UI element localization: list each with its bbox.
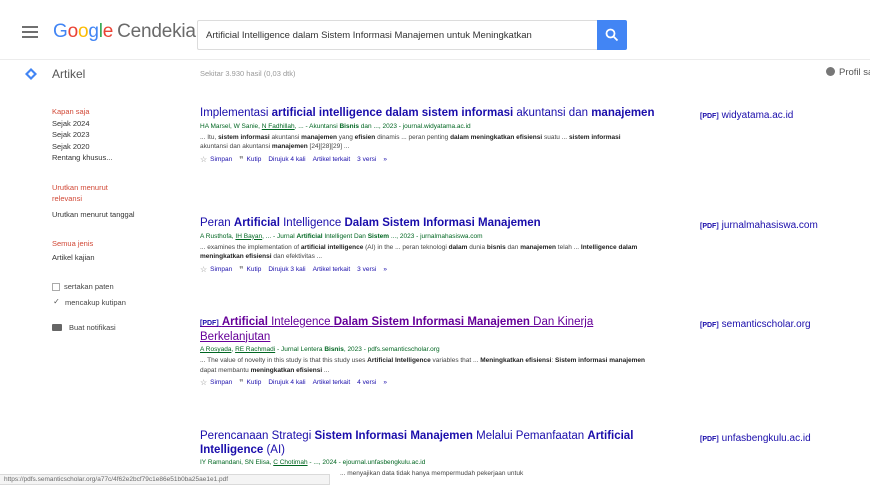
result-title-link[interactable]: Peran Artificial Intelligence Dalam Sist… — [200, 217, 660, 231]
quote-icon: ❞ — [239, 154, 244, 164]
result-title-link[interactable]: [PDF] Artificial Intelegence Dalam Siste… — [200, 316, 660, 344]
type-review-articles[interactable]: Artikel kajian — [52, 252, 164, 264]
pdf-tag: [PDF] — [700, 436, 719, 443]
logo-letter: g — [88, 21, 99, 42]
versions-link[interactable]: 3 versi — [357, 266, 376, 273]
star-icon: ☆ — [200, 264, 208, 274]
save-link[interactable]: Simpan — [210, 379, 232, 386]
search-result: Perencanaan Strategi Sistem Informasi Ma… — [200, 430, 660, 479]
time-filter-group: Kapan saja Sejak 2024 Sejak 2023 Sejak 2… — [52, 106, 164, 164]
result-snippet: ... The value of novelty in this study i… — [200, 357, 645, 374]
checkbox-label: mencakup kutipan — [65, 298, 126, 307]
pdf-source: widyatama.ac.id — [721, 110, 794, 121]
include-patents-checkbox[interactable]: sertakan paten — [52, 281, 164, 293]
result-title-link[interactable]: Implementasi artificial intelligence dal… — [200, 107, 660, 121]
search-result: Peran Artificial Intelligence Dalam Sist… — [200, 217, 660, 274]
versions-link[interactable]: 4 versi — [357, 379, 376, 386]
create-alert-button[interactable]: Buat notifikasi — [52, 323, 164, 332]
checkmark-icon: ✓ — [53, 297, 60, 306]
pdf-source: semanticscholar.org — [721, 319, 811, 330]
type-group: Semua jenis Artikel kajian — [52, 238, 164, 263]
save-link[interactable]: Simpan — [210, 156, 232, 163]
result-actions: ☆ Simpan ❞ Kutip Dirujuk 4 kali Artikel te… — [200, 155, 660, 164]
save-link[interactable]: Simpan — [210, 266, 232, 273]
result-actions: ☆ Simpan ❞ Kutip Dirujuk 4 kali Artikel te… — [200, 378, 660, 387]
link-status-bar: https://pdfs.semanticscholar.org/a77c/4f… — [0, 474, 330, 485]
filter-since-2020[interactable]: Sejak 2020 — [52, 141, 164, 153]
related-articles-link[interactable]: Artikel terkait — [313, 156, 351, 163]
articles-icon — [25, 68, 37, 80]
profile-link[interactable]: Profil saya — [826, 67, 870, 78]
result-title-link[interactable]: Perencanaan Strategi Sistem Informasi Ma… — [200, 430, 660, 457]
search-icon — [605, 28, 619, 42]
related-articles-link[interactable]: Artikel terkait — [313, 266, 351, 273]
filter-custom-range[interactable]: Rentang khusus... — [52, 152, 164, 164]
filter-since-2024[interactable]: Sejak 2024 — [52, 118, 164, 130]
versions-link[interactable]: 3 versi — [357, 156, 376, 163]
cite-link[interactable]: Kutip — [247, 156, 262, 163]
top-bar: Google Cendekia — [0, 0, 870, 60]
pdf-tag: [PDF] — [700, 322, 719, 329]
alert-label: Buat notifikasi — [69, 323, 116, 332]
pdf-source: unfasbengkulu.ac.id — [721, 433, 811, 444]
pdf-tag: [PDF] — [700, 223, 719, 230]
mail-icon — [52, 324, 62, 331]
logo-letter: o — [67, 21, 79, 42]
cited-by-link[interactable]: Dirujuk 4 kali — [268, 379, 305, 386]
pdf-link[interactable]: [PDF] widyatama.ac.id — [700, 110, 793, 121]
profile-label: Profil saya — [839, 67, 870, 78]
sort-by-relevance[interactable]: Urutkan menurut relevansi — [52, 182, 132, 205]
sub-bar: Artikel Sekitar 3.930 hasil (0,03 dtk) P… — [0, 60, 870, 88]
result-authors: A Rosyada, RE Rachmadi - Jurnal Lentera … — [200, 346, 440, 353]
section-label: Artikel — [52, 67, 86, 81]
search-box — [197, 20, 597, 50]
pdf-tag: [PDF] — [700, 113, 719, 120]
filter-any-time[interactable]: Kapan saja — [52, 106, 164, 118]
checkbox-empty-icon — [52, 283, 60, 291]
person-icon — [826, 67, 835, 76]
filter-sidebar: Kapan saja Sejak 2024 Sejak 2023 Sejak 2… — [52, 106, 164, 332]
result-actions: ☆ Simpan ❞ Kutip Dirujuk 3 kali Artikel te… — [200, 265, 660, 274]
result-authors: A Rusthofa, IH Bayan, ... - Jurnal Artif… — [200, 232, 483, 240]
more-icon[interactable]: » — [383, 266, 387, 273]
sort-by-date[interactable]: Urutkan menurut tanggal — [52, 209, 164, 221]
related-articles-link[interactable]: Artikel terkait — [313, 379, 351, 386]
google-scholar-logo[interactable]: Google Cendekia — [53, 21, 196, 43]
pdf-link[interactable]: [PDF] jurnalmahasiswa.com — [700, 220, 818, 231]
cited-by-link[interactable]: Dirujuk 4 kali — [268, 156, 305, 163]
result-authors: IY Ramandani, SN Elisa, C Chotimah - ...… — [200, 459, 426, 466]
more-icon[interactable]: » — [383, 379, 387, 386]
result-snippet: ... examines the implementation of artif… — [200, 243, 638, 261]
search-result: Implementasi artificial intelligence dal… — [200, 107, 660, 164]
include-citations-checkbox[interactable]: ✓ mencakup kutipan — [52, 297, 164, 309]
search-input[interactable] — [198, 21, 597, 49]
quote-icon: ❞ — [239, 378, 244, 387]
search-result: [PDF] Artificial Intelegence Dalam Siste… — [200, 316, 660, 387]
more-icon[interactable]: » — [383, 156, 387, 163]
cite-link[interactable]: Kutip — [247, 379, 262, 386]
filter-since-2023[interactable]: Sejak 2023 — [52, 129, 164, 141]
checkbox-label: sertakan paten — [64, 282, 114, 291]
logo-letter: o — [77, 21, 89, 42]
logo-letter: e — [102, 21, 114, 42]
logo-cendekia: Cendekia — [117, 21, 196, 42]
result-snippet: ... Itu, sistem informasi akuntansi mana… — [200, 133, 621, 151]
pdf-link[interactable]: [PDF] unfasbengkulu.ac.id — [700, 433, 811, 444]
quote-icon: ❞ — [239, 264, 244, 274]
hamburger-menu-icon[interactable] — [22, 26, 38, 38]
logo-letter: G — [53, 21, 68, 42]
result-count: Sekitar 3.930 hasil (0,03 dtk) — [200, 69, 296, 78]
sort-group: Urutkan menurut relevansi Urutkan menuru… — [52, 182, 164, 221]
cited-by-link[interactable]: Dirujuk 3 kali — [268, 266, 305, 273]
pdf-source: jurnalmahasiswa.com — [721, 220, 818, 231]
search-button[interactable] — [597, 20, 627, 50]
star-icon: ☆ — [200, 154, 208, 164]
cite-link[interactable]: Kutip — [247, 266, 262, 273]
pdf-link[interactable]: [PDF] semanticscholar.org — [700, 319, 811, 330]
result-authors: HA Marsel, W Sanie, N Fadhillah, ... - A… — [200, 122, 471, 130]
type-all[interactable]: Semua jenis — [52, 238, 164, 250]
star-icon: ☆ — [200, 378, 208, 387]
